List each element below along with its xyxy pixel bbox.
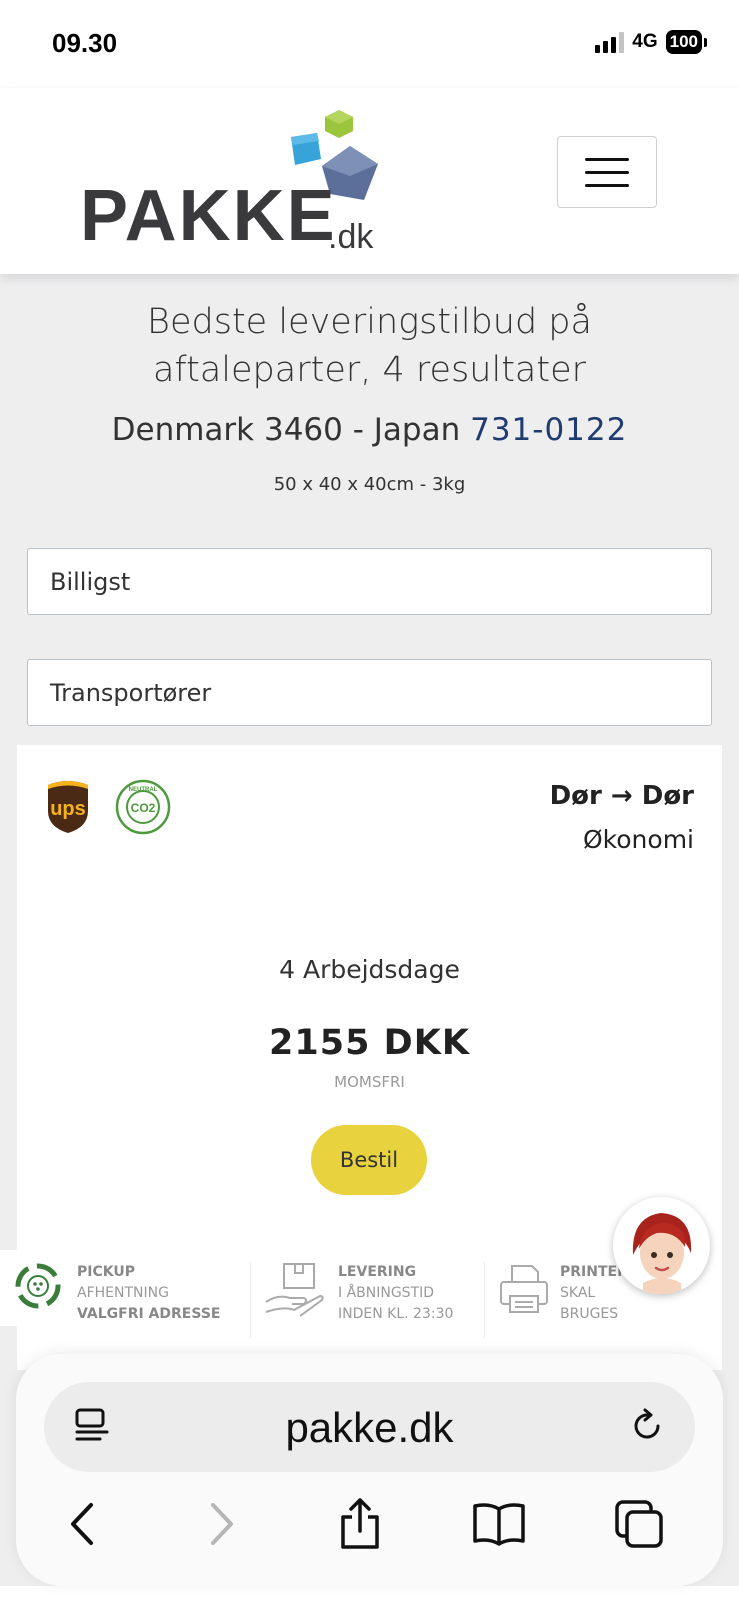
- feature-divider: [484, 1262, 485, 1338]
- reload-icon[interactable]: [627, 1406, 667, 1446]
- cube-green-icon: [325, 110, 353, 138]
- back-button[interactable]: [52, 1494, 112, 1554]
- route-prefix: Denmark 3460 - Japan: [111, 412, 461, 448]
- support-chat-avatar[interactable]: [613, 1197, 710, 1294]
- book-icon: [473, 1503, 525, 1546]
- status-bar: 09.30 4G 100: [0, 0, 739, 88]
- address-bar[interactable]: pakke.dk: [44, 1382, 695, 1472]
- pakke-logo[interactable]: PAKKE .dk: [80, 108, 400, 256]
- feature-title: LEVERING: [338, 1264, 417, 1280]
- service-level: Økonomi: [583, 825, 694, 854]
- page-bottom-peek: [0, 1586, 739, 1600]
- signal-icon: [595, 31, 625, 53]
- feature-line: BRUGES: [560, 1306, 619, 1322]
- ups-logo-text: ups: [50, 798, 86, 820]
- vat-note: MOMSFRI: [334, 1073, 405, 1091]
- feature-line: SKAL: [560, 1285, 596, 1301]
- status-indicators: 4G 100: [595, 30, 707, 54]
- feature-line: I ÅBNINGSTID: [338, 1285, 435, 1301]
- hand-package-icon: [265, 1263, 324, 1317]
- order-button[interactable]: Bestil: [311, 1125, 427, 1195]
- share-icon: [341, 1498, 379, 1549]
- route-summary: Denmark 3460 - Japan 731-0122: [20, 412, 719, 448]
- feature-line: AFHENTNING: [77, 1285, 169, 1301]
- pickup-icon-wrap: [0, 1250, 70, 1326]
- status-time: 09.30: [52, 28, 118, 58]
- network-type: 4G: [632, 31, 658, 52]
- chevron-right-icon: [211, 1503, 233, 1545]
- battery-icon: 100: [665, 30, 707, 54]
- destination-postcode: 731-0122: [470, 412, 628, 448]
- feature-divider: [250, 1262, 251, 1338]
- ups-logo-icon: ups: [48, 781, 88, 833]
- menu-icon-bar: [585, 183, 629, 187]
- support-agent-avatar-icon: [613, 1197, 710, 1294]
- bookmarks-button[interactable]: [469, 1494, 529, 1554]
- feature-pickup: PICKUP AFHENTNING VALGFRI ADRESSE: [77, 1262, 220, 1342]
- parcel-dimensions: 50 x 40 x 40cm - 3kg: [273, 474, 466, 495]
- carrier-select[interactable]: Transportører: [27, 659, 712, 726]
- feature-printer: PRINTER SKAL BRUGES: [560, 1262, 628, 1342]
- feature-line: VALGFRI ADRESSE: [77, 1306, 221, 1322]
- results-headline: Bedste leveringstilbud på aftaleparter, …: [147, 302, 592, 390]
- menu-icon-bar: [585, 170, 629, 174]
- site-header: PAKKE .dk: [0, 88, 739, 274]
- price: 2155 DKK: [269, 1023, 470, 1063]
- co2-ring-text: NEUTRAL: [129, 787, 158, 793]
- tabs-button[interactable]: [609, 1494, 669, 1554]
- menu-icon-bar: [585, 157, 629, 161]
- chevron-left-icon: [71, 1503, 93, 1545]
- browser-bottom-bar: pakke.dk: [16, 1354, 723, 1586]
- pickup-cycle-icon: [15, 1263, 61, 1309]
- co2-neutral-badge-icon: NEUTRAL CO2: [115, 779, 171, 835]
- printer-icon: [500, 1265, 548, 1313]
- feature-delivery: LEVERING I ÅBNINGSTID INDEN KL. 23:30: [338, 1262, 453, 1342]
- feature-line: INDEN KL. 23:30: [338, 1306, 454, 1322]
- url-text: pakke.dk: [285, 1404, 454, 1451]
- forward-button[interactable]: [192, 1494, 252, 1554]
- sort-select[interactable]: Billigst: [27, 548, 712, 615]
- hamburger-menu-button[interactable]: [557, 136, 657, 208]
- share-button[interactable]: [330, 1494, 390, 1554]
- logo-wordmark: PAKKE: [80, 176, 337, 256]
- logo-tld: .dk: [328, 218, 374, 256]
- battery-level: 100: [665, 30, 702, 54]
- co2-text: CO2: [131, 801, 156, 815]
- route-type: Dør → Dør: [549, 781, 694, 811]
- delivery-time: 4 Arbejdsdage: [279, 955, 460, 984]
- feature-title: PICKUP: [77, 1264, 135, 1280]
- tabs-icon: [615, 1500, 663, 1548]
